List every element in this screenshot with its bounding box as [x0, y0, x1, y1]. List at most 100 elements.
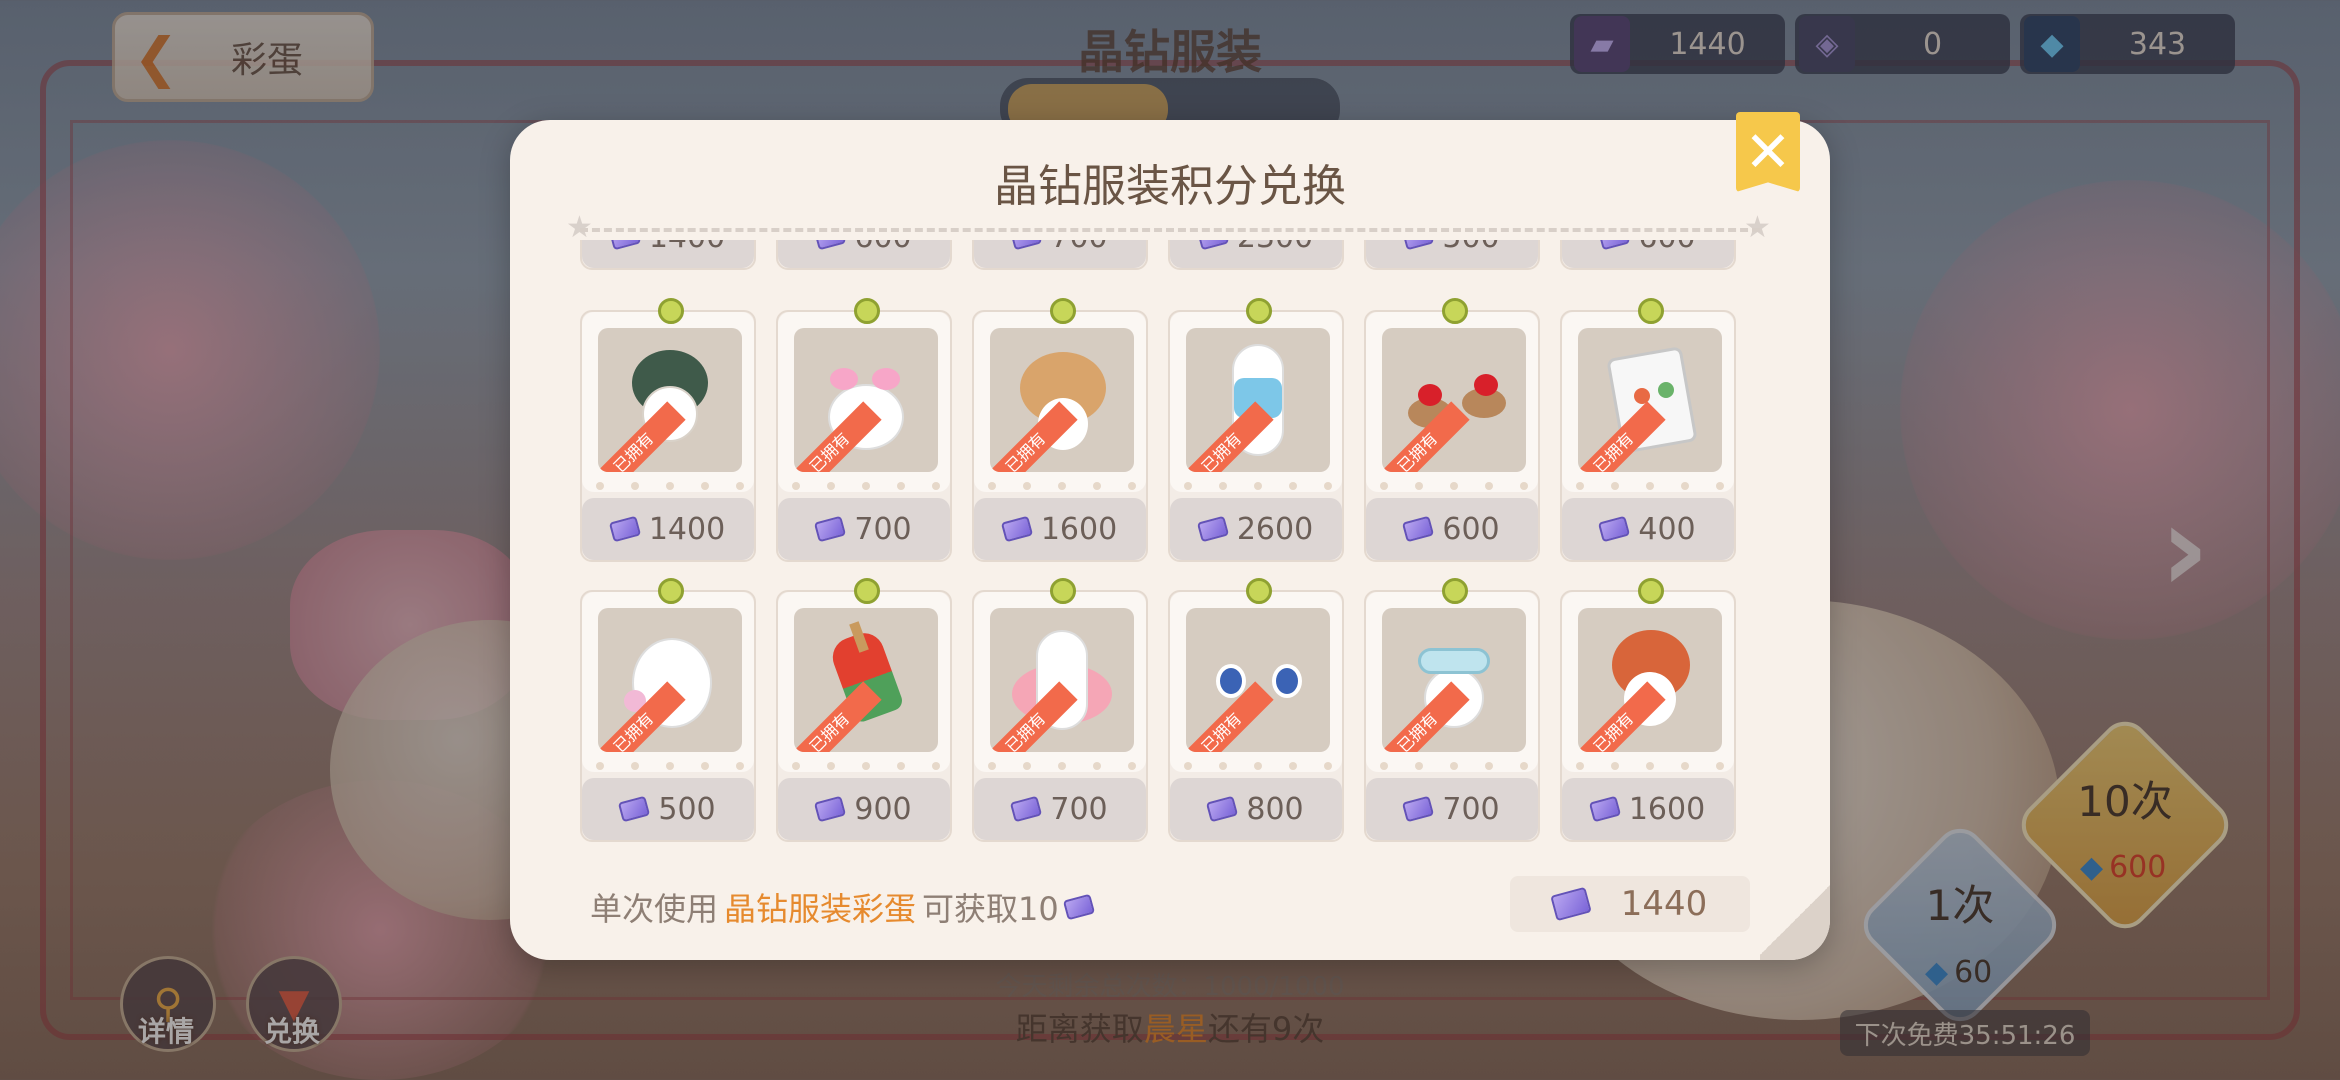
card-dots: [1380, 762, 1528, 770]
card-dots: [1380, 482, 1528, 490]
pin-icon: [1638, 298, 1664, 324]
item-price-value: 800: [1246, 791, 1304, 827]
item-price: 500: [1366, 240, 1538, 268]
item-price-value: 500: [658, 791, 716, 827]
item-card-partial[interactable]: 700: [972, 240, 1148, 270]
item-price-value: 2600: [1236, 511, 1314, 547]
card-dots: [988, 762, 1136, 770]
item-image: 已拥有: [1186, 328, 1330, 472]
item-price: 1400: [582, 240, 754, 268]
item-price-value: 700: [1050, 791, 1108, 827]
item-image: 已拥有: [598, 608, 742, 752]
divider: [580, 228, 1760, 232]
close-icon: ✕: [1744, 119, 1792, 185]
item-grid[interactable]: 1400 600 700 2300 500 600 已拥有 1400 已拥有 700 已拥有 160…: [580, 240, 1760, 850]
card-dots: [1576, 762, 1724, 770]
ticket-icon: [608, 515, 641, 543]
item-price-value: 700: [1050, 240, 1107, 255]
card-dots: [1184, 762, 1332, 770]
item-price: 700: [974, 240, 1146, 268]
ticket-icon: [618, 795, 651, 823]
item-image: 已拥有: [598, 328, 742, 472]
item-price-value: 900: [854, 791, 912, 827]
ticket-icon: [1010, 240, 1043, 251]
item-card-blue-eyes[interactable]: 已拥有 800: [1168, 578, 1344, 842]
item-price-value: 600: [1638, 240, 1695, 255]
item-price-value: 600: [1442, 511, 1500, 547]
item-price: 700: [778, 498, 950, 560]
item-card-green-hair[interactable]: 已拥有 1400: [580, 298, 756, 562]
ticket-icon: [1598, 240, 1631, 251]
item-price-value: 1600: [1628, 791, 1706, 827]
footer-suffix: 可获取10: [922, 890, 1059, 928]
item-card-jewelry-earrings[interactable]: 已拥有 400: [1560, 298, 1736, 562]
ticket-icon: [1196, 515, 1229, 543]
item-price: 2300: [1170, 240, 1342, 268]
item-card-pink-glasses[interactable]: 已拥有 700: [776, 298, 952, 562]
card-dots: [596, 762, 744, 770]
item-card-goggles[interactable]: 已拥有 700: [1364, 578, 1540, 842]
item-price-value: 1400: [649, 240, 725, 255]
ticket-icon: [1206, 795, 1239, 823]
ticket-icon: [814, 795, 847, 823]
pin-icon: [854, 578, 880, 604]
card-dots: [1576, 482, 1724, 490]
ticket-icon: [1402, 795, 1435, 823]
item-price-value: 1400: [648, 511, 726, 547]
item-card-swimsuit[interactable]: 已拥有 2600: [1168, 298, 1344, 562]
card-dots: [792, 762, 940, 770]
pin-icon: [1050, 578, 1076, 604]
ticket-icon: [1402, 515, 1435, 543]
item-image: 已拥有: [1382, 608, 1526, 752]
item-price-value: 600: [854, 240, 911, 255]
ticket-icon: [1196, 240, 1229, 251]
item-price-value: 400: [1638, 511, 1696, 547]
item-card-partial[interactable]: 500: [1364, 240, 1540, 270]
item-card-partial[interactable]: 600: [776, 240, 952, 270]
points-balance-value: 1440: [1620, 884, 1708, 924]
ticket-icon: [1000, 515, 1033, 543]
card-dots: [1184, 482, 1332, 490]
card-dots: [988, 482, 1136, 490]
item-card-red-hair[interactable]: 已拥有 1600: [1560, 578, 1736, 842]
ticket-icon: [1588, 795, 1621, 823]
ticket-icon: [1598, 515, 1631, 543]
footer-prefix: 单次使用: [590, 890, 719, 928]
item-card-flamingo-float[interactable]: 已拥有 700: [972, 578, 1148, 842]
item-card-partial[interactable]: 2300: [1168, 240, 1344, 270]
pin-icon: [1638, 578, 1664, 604]
item-image: 已拥有: [990, 608, 1134, 752]
card-dots: [596, 482, 744, 490]
pin-icon: [1442, 578, 1468, 604]
item-card-partial[interactable]: 1400: [580, 240, 756, 270]
item-price: 800: [1170, 778, 1342, 840]
pin-icon: [854, 298, 880, 324]
ticket-icon: [814, 515, 847, 543]
footer-info: 单次使用 晶钻服装彩蛋 可获取10: [590, 884, 1095, 930]
pin-icon: [658, 298, 684, 324]
item-image: 已拥有: [794, 608, 938, 752]
item-card-bun-hair[interactable]: 已拥有 1600: [972, 298, 1148, 562]
item-image: 已拥有: [1578, 328, 1722, 472]
item-price: 500: [582, 778, 754, 840]
ticket-icon: [1062, 893, 1095, 921]
pin-icon: [1246, 298, 1272, 324]
item-card-partial[interactable]: 600: [1560, 240, 1736, 270]
card-dots: [792, 482, 940, 490]
ticket-icon: [608, 240, 641, 251]
close-button[interactable]: ✕: [1736, 112, 1800, 192]
points-balance: 1440: [1510, 876, 1750, 932]
item-price: 900: [778, 778, 950, 840]
item-price: 2600: [1170, 498, 1342, 560]
ticket-icon: [1402, 240, 1435, 251]
modal-title: 晶钻服装积分兑换: [994, 161, 1346, 212]
item-card-heart-shoes[interactable]: 已拥有 600: [1364, 298, 1540, 562]
item-price: 600: [1366, 498, 1538, 560]
item-card-popsicle[interactable]: 已拥有 900: [776, 578, 952, 842]
ticket-icon: [814, 240, 847, 251]
item-price: 1600: [1562, 778, 1734, 840]
item-price: 700: [1366, 778, 1538, 840]
item-image: 已拥有: [1578, 608, 1722, 752]
item-card-rings[interactable]: 已拥有 500: [580, 578, 756, 842]
item-image: 已拥有: [990, 328, 1134, 472]
